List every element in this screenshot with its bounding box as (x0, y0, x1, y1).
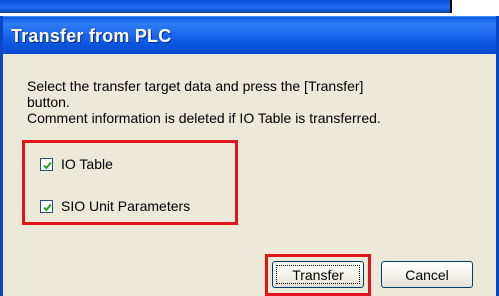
dialog-content: Select the transfer target data and pres… (3, 53, 496, 296)
message-line: Comment information is deleted if IO Tab… (27, 110, 381, 126)
dialog-title: Transfer from PLC (11, 26, 172, 46)
io-table-label: IO Table (61, 156, 113, 172)
io-table-checkbox[interactable] (40, 157, 53, 171)
cancel-button[interactable]: Cancel (381, 261, 473, 288)
sio-unit-parameters-label: SIO Unit Parameters (61, 198, 191, 214)
cancel-button-label: Cancel (405, 266, 449, 283)
focus-ring (276, 265, 360, 284)
message-line: Select the transfer target data and pres… (27, 78, 364, 94)
dialog-titlebar[interactable]: Transfer from PLC (3, 16, 496, 54)
background-window-titlebar (0, 0, 452, 13)
sio-unit-parameters-checkbox[interactable] (40, 199, 53, 213)
message-line: button. (27, 94, 70, 110)
instruction-message: Select the transfer target data and pres… (27, 78, 477, 126)
screenshot: Transfer from PLC Select the transfer ta… (0, 0, 499, 296)
transfer-dialog: Transfer from PLC Select the transfer ta… (0, 16, 499, 296)
transfer-button[interactable]: Transfer (272, 261, 364, 288)
check-mark-icon (43, 161, 52, 170)
check-mark-icon (43, 203, 52, 212)
io-table-option[interactable]: IO Table (40, 156, 113, 172)
sio-unit-parameters-option[interactable]: SIO Unit Parameters (40, 198, 190, 214)
